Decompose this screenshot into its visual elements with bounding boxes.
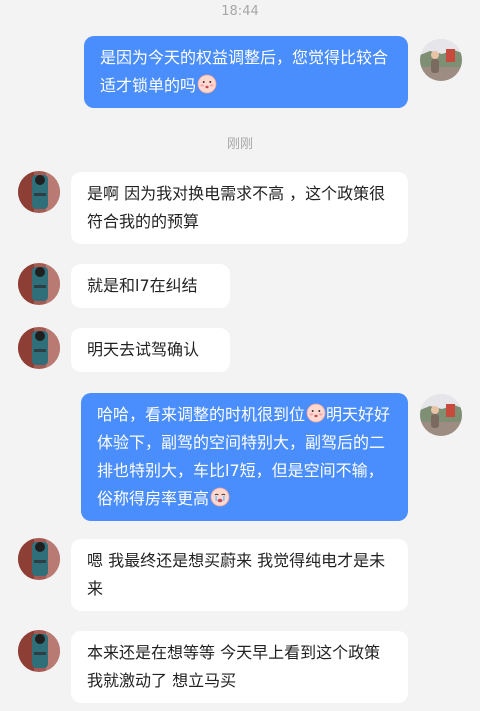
contact-avatar[interactable] <box>18 263 60 305</box>
incoming-message-bubble[interactable]: 嗯 我最终还是想买蔚来 我觉得纯电才是未来 <box>71 539 408 611</box>
message-text: 是啊 因为我对换电需求不高 ，这个政策很符合我的的预算 <box>87 184 386 231</box>
message-text: 本来还是在想等等 今天早上看到这个政策我就激动了 想立马买 <box>87 643 381 690</box>
self-avatar[interactable] <box>420 394 462 436</box>
outgoing-message-bubble[interactable]: 哈哈，看来调整的时机很到位 明天好好体验下，副驾的空间特别大，副驾后的二排也特别… <box>81 393 408 521</box>
incoming-message-bubble[interactable]: 明天去试驾确认 <box>71 328 230 372</box>
timestamp: 18:44 <box>221 4 259 19</box>
message-text: 嗯 我最终还是想买蔚来 我觉得纯电才是未来 <box>87 551 386 598</box>
message-text: 明天去试驾确认 <box>87 340 200 359</box>
crying-face-emoji-icon <box>210 487 230 507</box>
self-avatar[interactable] <box>420 39 462 81</box>
message-text: 哈哈，看来调整的时机很到位 <box>97 405 306 424</box>
message-text: 就是和l7在纠结 <box>87 276 198 295</box>
incoming-message-bubble[interactable]: 本来还是在想等等 今天早上看到这个政策我就激动了 想立马买 <box>71 631 408 703</box>
contact-avatar[interactable] <box>18 630 60 672</box>
outgoing-message-bubble[interactable]: 是因为今天的权益调整后，您觉得比较合适才锁单的吗 <box>84 36 408 108</box>
blushing-face-emoji-icon <box>306 403 326 423</box>
message-text: 是因为今天的权益调整后，您觉得比较合适才锁单的吗 <box>100 48 389 95</box>
blushing-face-emoji-icon <box>197 74 217 94</box>
contact-avatar[interactable] <box>18 171 60 213</box>
contact-avatar[interactable] <box>18 327 60 369</box>
timestamp: 刚刚 <box>226 137 253 152</box>
incoming-message-bubble[interactable]: 是啊 因为我对换电需求不高 ，这个政策很符合我的的预算 <box>71 172 408 244</box>
contact-avatar[interactable] <box>18 538 60 580</box>
incoming-message-bubble[interactable]: 就是和l7在纠结 <box>71 264 230 308</box>
